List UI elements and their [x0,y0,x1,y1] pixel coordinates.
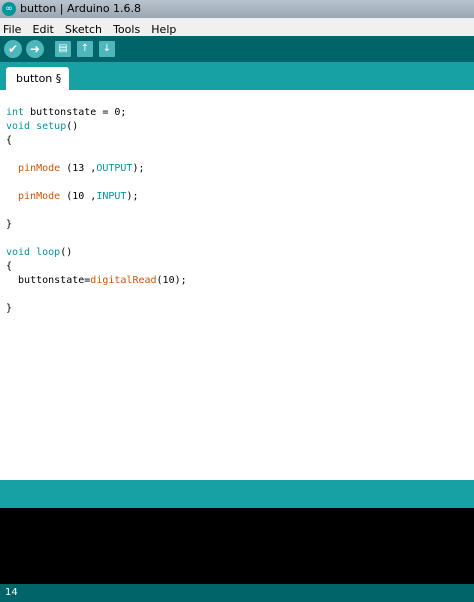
code-text: int buttonstate = 0; void setup() { pinM… [6,106,187,316]
code-line: } [6,219,13,230]
upload-button[interactable]: ➜ [26,40,44,58]
message-area [0,480,474,508]
line-number-indicator: 14 [5,587,18,598]
code-text-span: () [66,121,79,132]
code-editor[interactable]: int buttonstate = 0; void setup() { pinM… [0,90,474,480]
code-keyword: void [6,247,31,258]
code-line: { [6,135,13,146]
arrow-down-icon: ↓ [102,43,112,54]
tab-button[interactable]: button § [6,67,70,90]
code-text-span: ); [132,163,145,174]
code-function: setup [36,121,67,132]
menu-edit[interactable]: Edit [30,21,57,36]
code-function: digitalRead [90,275,157,286]
menu-file[interactable]: File [0,21,24,36]
code-text-span: (10); [156,275,187,286]
toolbar: ✔ ➜ ▤ ↑ ↓ [0,36,474,62]
code-text-span: buttonstate = 0; [24,107,127,118]
code-constant: OUTPUT [96,163,133,174]
open-button[interactable]: ↑ [77,41,93,57]
code-line: void loop() [6,246,187,260]
window-title: button | Arduino 1.6.8 [20,2,142,15]
code-function: loop [36,247,61,258]
arrow-right-icon: ➜ [29,42,41,56]
code-line: { [6,261,13,272]
code-text-span: (13 , [60,163,97,174]
code-line: void setup() [6,120,187,134]
code-function: pinMode [18,191,61,202]
save-button[interactable]: ↓ [99,41,115,57]
menu-tools[interactable]: Tools [110,21,143,36]
code-constant: INPUT [96,191,127,202]
new-button[interactable]: ▤ [55,41,71,57]
code-text-span: () [60,247,73,258]
new-file-icon: ▤ [58,43,68,54]
code-text-span: ); [126,191,139,202]
check-icon: ✔ [7,42,19,56]
code-text-span: buttonstate= [6,275,91,286]
code-line: int buttonstate = 0; [6,106,187,120]
code-keyword: int [6,107,25,118]
code-line: pinMode (10 ,INPUT); [6,190,187,204]
code-line: pinMode (13 ,OUTPUT); [6,162,187,176]
code-keyword: void [6,121,31,132]
verify-button[interactable]: ✔ [4,40,22,58]
window-titlebar: ∞ button | Arduino 1.6.8 [0,0,474,18]
code-line: } [6,303,13,314]
arrow-up-icon: ↑ [80,43,90,54]
code-line: buttonstate=digitalRead(10); [6,274,187,288]
tab-bar: button § [0,62,474,90]
menu-bar: File Edit Sketch Tools Help [0,18,474,37]
console-output[interactable] [0,508,474,584]
code-function: pinMode [18,163,61,174]
status-bar: 14 [0,584,474,602]
arduino-logo-icon: ∞ [2,2,16,16]
code-text-span: (10 , [60,191,97,202]
menu-help[interactable]: Help [148,21,179,36]
menu-sketch[interactable]: Sketch [62,21,105,36]
